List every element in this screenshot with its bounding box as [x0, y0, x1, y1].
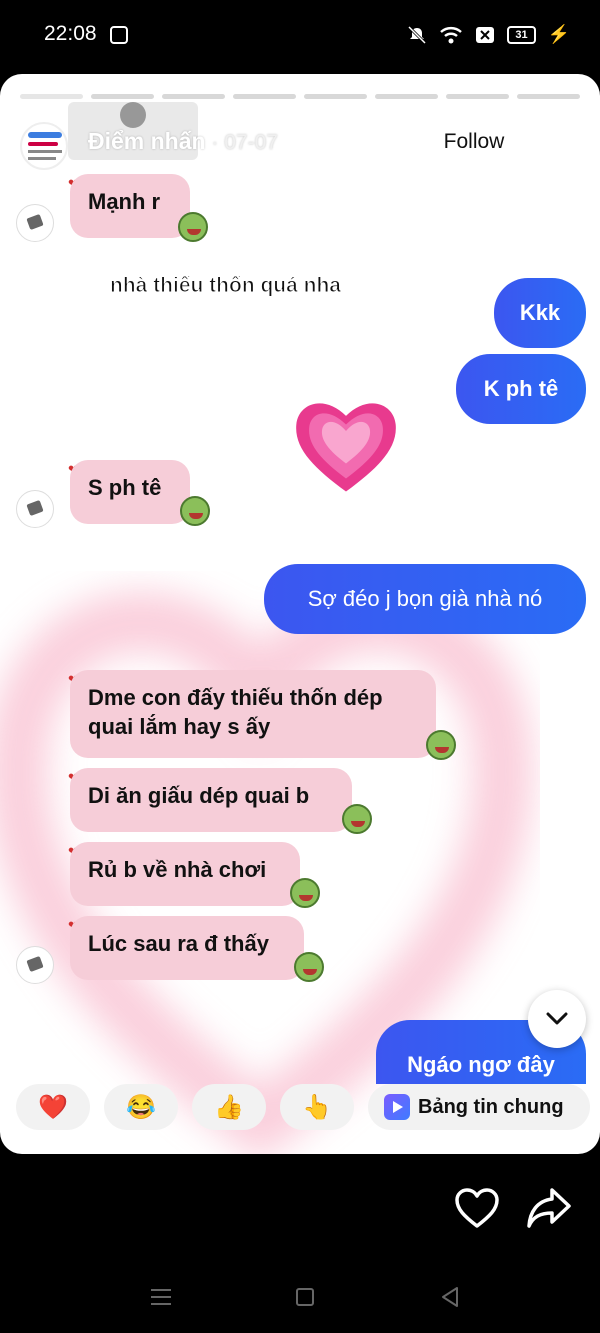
heart-emoji-icon: [296, 403, 396, 492]
message-bubble-outgoing: Sợ đéo j bọn già nhà nó: [264, 564, 586, 634]
chevron-down-icon: [546, 1012, 568, 1025]
story-card[interactable]: Điểm nhấn · 07-07 Follow ❤ Mạnh r nhà th…: [0, 74, 600, 1154]
frog-sticker-icon: [426, 730, 456, 760]
shared-news-button[interactable]: Bảng tin chung: [368, 1084, 590, 1130]
frog-sticker-icon: [178, 212, 208, 242]
back-icon[interactable]: [440, 1286, 460, 1308]
battery-icon: 31: [507, 25, 536, 44]
react-thumbs-up-button[interactable]: 👍: [192, 1084, 266, 1130]
sender-avatar: [16, 946, 54, 984]
wifi-icon: [440, 26, 463, 43]
frog-sticker-icon: [290, 878, 320, 908]
username-text[interactable]: Điểm nhấn: [88, 128, 206, 154]
shared-news-label: Bảng tin chung: [418, 1095, 564, 1118]
message-bubble-incoming: Dme con đấy thiếu thốn dép quai lắm hay …: [70, 670, 436, 758]
react-point-up-button[interactable]: 👆: [280, 1084, 354, 1130]
progress-segment: [304, 94, 367, 99]
status-time: 22:08: [44, 22, 97, 45]
date-separator: ·: [205, 131, 225, 154]
progress-segment: [375, 94, 438, 99]
story-username[interactable]: Điểm nhấn · 07-07: [88, 128, 278, 155]
frog-sticker-icon: [342, 804, 372, 834]
message-bubble-incoming: S ph tê: [70, 460, 190, 524]
scroll-down-button[interactable]: [528, 990, 586, 1048]
home-icon[interactable]: [296, 1288, 314, 1306]
quick-reactions-bar: ❤️ 😂 👍 👆 Bảng tin chung: [16, 1084, 596, 1132]
message-bubble-incoming: Mạnh r: [70, 174, 190, 238]
recent-apps-icon[interactable]: [150, 1288, 172, 1306]
app-notification-icon: [110, 26, 128, 44]
charging-icon: ⚡: [547, 24, 570, 44]
heart-icon[interactable]: [454, 1188, 500, 1230]
status-icons: 31 ⚡: [407, 24, 570, 45]
message-bubble-incoming: Rủ b về nhà chơi: [70, 842, 300, 906]
follow-button[interactable]: Follow: [428, 120, 520, 164]
story-date: 07-07: [224, 131, 278, 154]
message-bubble-incoming: Lúc sau ra đ thấy: [70, 916, 304, 980]
progress-segment: [20, 94, 83, 99]
sim-icon: [476, 26, 495, 43]
avatar[interactable]: [20, 122, 68, 170]
status-bar: 22:08 31 ⚡: [0, 0, 600, 70]
progress-segment: [233, 94, 296, 99]
message-bubble-incoming: Di ăn giấu dép quai b: [70, 768, 352, 832]
story-actions: [0, 1154, 600, 1274]
react-heart-button[interactable]: ❤️: [16, 1084, 90, 1130]
progress-segment: [517, 94, 580, 99]
frog-sticker-icon: [180, 496, 210, 526]
message-bubble-outgoing: K ph tê: [456, 354, 586, 424]
progress-segment: [91, 94, 154, 99]
share-icon[interactable]: [526, 1186, 572, 1230]
message-bubble-outgoing: Kkk: [494, 278, 586, 348]
sender-avatar: [16, 204, 54, 242]
progress-segment: [162, 94, 225, 99]
close-icon[interactable]: [538, 126, 570, 158]
news-feed-icon: [384, 1094, 410, 1120]
story-caption: nhà thiếu thốn quá nha: [110, 274, 342, 298]
story-progress: [20, 94, 580, 99]
story-header: Điểm nhấn · 07-07 Follow: [20, 118, 580, 174]
system-nav-bar: [0, 1270, 600, 1333]
frog-sticker-icon: [294, 952, 324, 982]
mute-icon: [408, 25, 427, 44]
react-laugh-button[interactable]: 😂: [104, 1084, 178, 1130]
progress-segment: [446, 94, 509, 99]
sender-avatar: [16, 490, 54, 528]
